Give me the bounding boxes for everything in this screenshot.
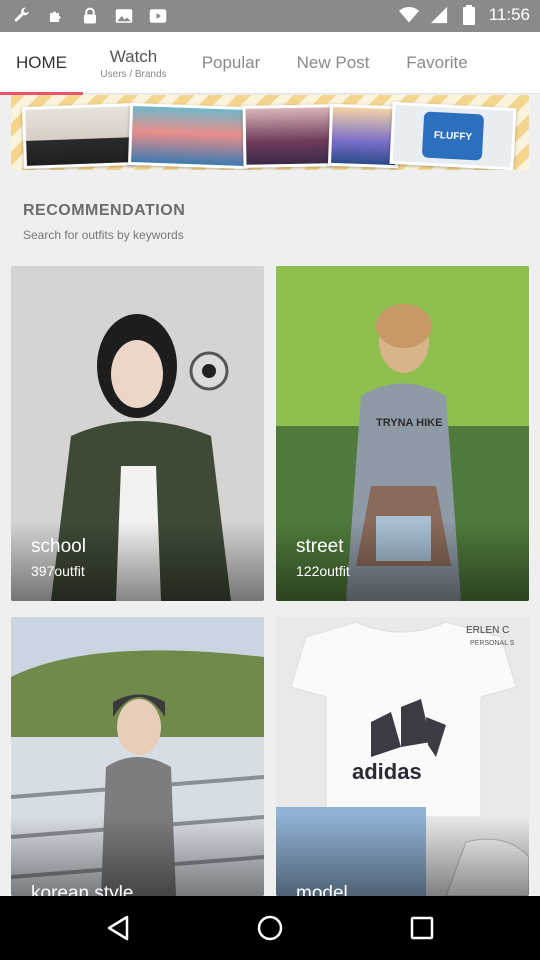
card-shade [276, 521, 529, 601]
banner-photo [21, 103, 137, 169]
card-title: street [296, 536, 344, 557]
back-icon[interactable] [98, 908, 138, 948]
section-title: RECOMMENDATION [23, 202, 186, 219]
banner-photo: FLUFFY [389, 101, 517, 170]
card-count: 397outfit [31, 563, 85, 579]
category-card-model[interactable]: adidas ERLEN C PERSONAL S model [276, 617, 529, 896]
tab-bar: HOME Watch Users / Brands Popular New Po… [0, 32, 540, 95]
banner-shirt-text: FLUFFY [433, 129, 473, 143]
lock-icon [80, 6, 100, 26]
wifi-icon [398, 5, 419, 25]
card-title: model [296, 883, 348, 896]
card-title: korean style [31, 883, 134, 896]
tab-popular[interactable]: Popular [188, 32, 274, 94]
tab-favorite[interactable]: Favorite [392, 32, 482, 94]
banner-photo [127, 102, 251, 170]
corner-text-2: PERSONAL S [470, 640, 515, 647]
tab-watch-label: Watch [109, 46, 158, 66]
puzzle-icon [46, 6, 66, 26]
tab-home[interactable]: HOME [0, 32, 83, 95]
recents-icon[interactable] [402, 908, 442, 948]
signal-icon [429, 5, 449, 25]
card-title: school [31, 536, 86, 557]
promo-banner[interactable]: FLUFFY [11, 95, 529, 170]
wrench-icon [12, 6, 32, 26]
shirt-text: TRYNA HIKE [376, 417, 442, 429]
tab-new-post[interactable]: New Post [284, 32, 382, 94]
image-icon [114, 6, 134, 26]
category-card-street[interactable]: TRYNA HIKE street 122outfit [276, 266, 529, 601]
category-card-school[interactable]: school 397outfit [11, 266, 264, 601]
tab-new-post-label: New Post [296, 53, 370, 72]
section-subtitle: Search for outfits by keywords [23, 228, 184, 242]
tab-watch[interactable]: Watch Users / Brands [86, 32, 181, 94]
tab-home-label: HOME [16, 53, 67, 72]
category-card-korean-style[interactable]: korean style [11, 617, 264, 896]
card-count: 122outfit [296, 563, 350, 579]
play-icon [148, 6, 168, 26]
shirt-brand-text: adidas [352, 759, 422, 784]
status-bar: 11:56 [0, 0, 540, 32]
battery-icon [459, 5, 479, 25]
tab-popular-label: Popular [201, 53, 261, 72]
home-icon[interactable] [250, 908, 290, 948]
tab-watch-sublabel: Users / Brands [100, 68, 167, 80]
clock: 11:56 [488, 5, 530, 24]
corner-text: ERLEN C [466, 625, 509, 636]
banner-photo [242, 104, 334, 168]
card-shade [11, 521, 264, 601]
tab-favorite-label: Favorite [406, 53, 468, 72]
system-nav-bar [0, 896, 540, 960]
